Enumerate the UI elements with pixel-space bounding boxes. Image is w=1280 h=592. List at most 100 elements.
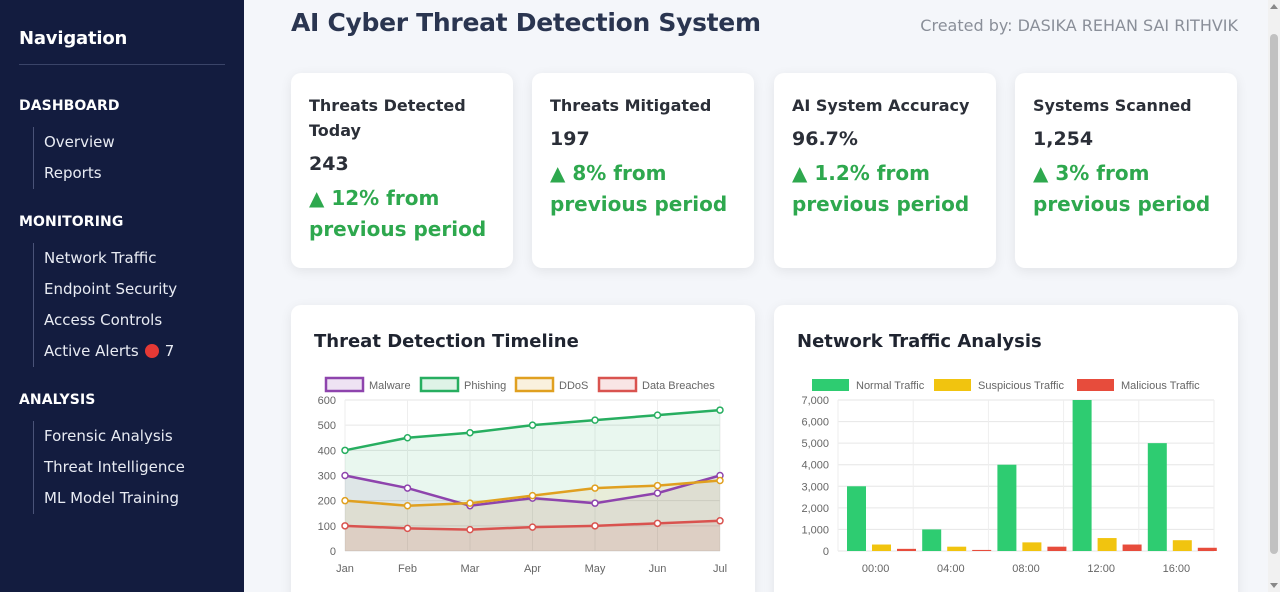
section-heading-dashboard: DASHBOARD <box>19 98 120 114</box>
analysis-list: Forensic Analysis Threat Intelligence ML… <box>33 421 185 514</box>
y-tick-label: 2,000 <box>801 503 829 515</box>
data-point <box>466 499 474 507</box>
sidebar: Navigation DASHBOARD Overview Reports MO… <box>0 0 244 592</box>
y-tick-label: 200 <box>318 496 336 508</box>
x-tick-label: Feb <box>398 563 417 575</box>
legend-swatch <box>514 376 555 393</box>
sidebar-item-endpoint-security[interactable]: Endpoint Security <box>44 274 177 305</box>
data-point <box>716 406 724 414</box>
y-tick-label: 3,000 <box>801 481 829 493</box>
data-point <box>341 496 349 505</box>
x-tick-label: 08:00 <box>1012 563 1040 575</box>
bar <box>872 544 891 551</box>
bar <box>1172 540 1192 551</box>
data-point <box>716 517 724 525</box>
stat-value: 197 <box>550 128 590 150</box>
stat-card-threats-detected: Threats Detected Today 243 ▲ 12% from pr… <box>291 73 513 268</box>
monitoring-list: Network Traffic Endpoint Security Access… <box>33 243 177 367</box>
sidebar-item-network-traffic[interactable]: Network Traffic <box>44 243 177 274</box>
bar <box>897 548 916 551</box>
legend-swatch <box>934 379 971 391</box>
data-point <box>716 476 724 485</box>
stat-card-ai-accuracy: AI System Accuracy 96.7% ▲ 1.2% from pre… <box>774 73 996 268</box>
legend-swatch <box>324 376 365 393</box>
stat-label: Threats Mitigated <box>550 96 712 115</box>
y-tick-label: 100 <box>318 521 336 533</box>
nav-divider <box>19 64 225 65</box>
scroll-up-icon[interactable] <box>1270 4 1278 9</box>
data-point <box>653 519 662 528</box>
sidebar-item-threat-intelligence[interactable]: Threat Intelligence <box>44 452 185 483</box>
x-tick-label: 16:00 <box>1163 563 1191 575</box>
bar <box>947 546 967 551</box>
y-tick-label: 0 <box>823 546 829 558</box>
bar <box>1197 547 1217 551</box>
creator-credit: Created by: DASIKA REHAN SAI RITHVIK <box>920 16 1238 35</box>
x-tick-label: Apr <box>524 563 541 575</box>
sidebar-item-ml-model-training[interactable]: ML Model Training <box>44 483 185 514</box>
page-scrollbar[interactable] <box>1268 0 1280 592</box>
bar <box>1022 542 1042 551</box>
alert-count-badge: 7 <box>164 342 175 360</box>
legend-swatch <box>812 379 849 391</box>
sidebar-item-reports[interactable]: Reports <box>44 158 115 189</box>
bar <box>972 549 992 551</box>
y-tick-label: 400 <box>318 445 336 457</box>
y-tick-label: 600 <box>318 395 336 407</box>
data-point <box>528 523 537 531</box>
x-tick-label: Jul <box>713 563 727 575</box>
data-point <box>591 522 599 530</box>
data-point <box>466 428 474 437</box>
x-tick-label: 12:00 <box>1087 563 1115 575</box>
legend-label: Phishing <box>464 380 506 392</box>
data-point <box>653 489 662 497</box>
sidebar-item-access-controls[interactable]: Access Controls <box>44 305 177 336</box>
legend-label: DDoS <box>559 380 588 392</box>
y-tick-label: 300 <box>318 471 336 483</box>
stat-card-threats-mitigated: Threats Mitigated 197 ▲ 8% from previous… <box>532 73 754 268</box>
sidebar-item-overview[interactable]: Overview <box>44 127 115 158</box>
section-heading-monitoring: MONITORING <box>19 214 124 230</box>
bar <box>1147 443 1167 551</box>
bar <box>1097 538 1117 551</box>
x-tick-label: 00:00 <box>862 563 890 575</box>
data-point <box>341 471 349 480</box>
scroll-thumb[interactable] <box>1270 34 1278 554</box>
data-point <box>653 481 662 490</box>
y-tick-label: 5,000 <box>801 438 829 450</box>
data-point <box>403 501 412 510</box>
section-heading-analysis: ANALYSIS <box>19 392 96 408</box>
stat-change: ▲ 3% from previous period <box>1033 161 1211 216</box>
timeline-chart-card: Threat Detection Timeline 0 100 200 300 400 5… <box>291 305 755 592</box>
traffic-chart-card: Network Traffic Analysis 0 1,000 2,000 3,00… <box>774 305 1238 592</box>
data-point <box>341 446 349 455</box>
sidebar-item-active-alerts[interactable]: Active Alerts 7 <box>44 336 177 367</box>
bar <box>1072 400 1092 551</box>
x-tick-label: Mar <box>461 563 480 575</box>
stat-change: ▲ 12% from previous period <box>309 186 487 241</box>
stat-change: ▲ 8% from previous period <box>550 161 728 216</box>
stat-card-systems-scanned: Systems Scanned 1,254 ▲ 3% from previous… <box>1015 73 1237 268</box>
sidebar-item-forensic-analysis[interactable]: Forensic Analysis <box>44 421 185 452</box>
legend-swatch <box>1077 379 1114 391</box>
stat-label: Threats Detected Today <box>309 96 466 140</box>
dashboard-list: Overview Reports <box>33 127 115 189</box>
y-tick-label: 6,000 <box>801 417 829 429</box>
data-point <box>403 524 412 533</box>
data-point <box>653 411 662 419</box>
bar <box>1047 546 1067 551</box>
data-point <box>528 421 537 429</box>
data-point <box>591 499 599 507</box>
data-point <box>403 484 412 492</box>
data-point <box>528 491 537 500</box>
x-tick-label: Jan <box>336 563 354 575</box>
bar <box>847 486 866 551</box>
data-point <box>591 416 599 424</box>
page-title: AI Cyber Threat Detection System <box>291 8 761 37</box>
scroll-down-icon[interactable] <box>1270 583 1278 588</box>
x-tick-label: May <box>585 563 606 575</box>
x-tick-label: Jun <box>649 563 667 575</box>
stat-label: Systems Scanned <box>1033 96 1192 115</box>
data-point <box>591 484 599 492</box>
y-tick-label: 500 <box>318 420 336 432</box>
